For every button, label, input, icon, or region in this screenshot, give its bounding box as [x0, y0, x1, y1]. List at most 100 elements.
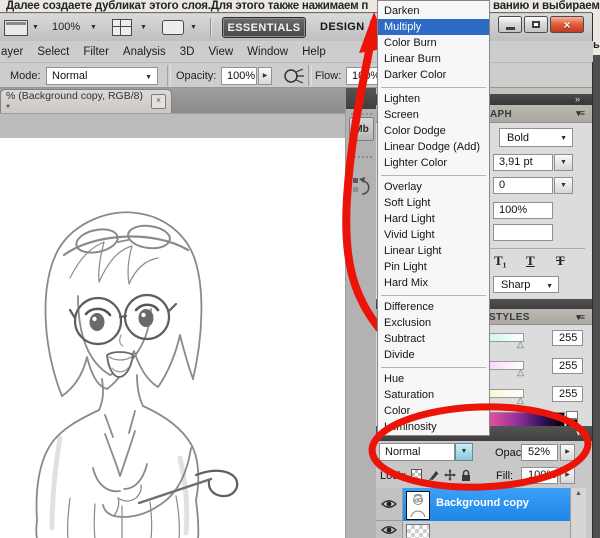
zoom-level[interactable]: 100%: [52, 21, 80, 33]
panel-menu-icon[interactable]: ▾≡: [576, 312, 584, 323]
mini-bridge-button[interactable]: Mb: [349, 117, 374, 141]
lock-transparency-icon[interactable]: [411, 469, 422, 480]
arrange-documents-icon[interactable]: [4, 20, 28, 36]
panel-menu-icon[interactable]: ▾≡: [576, 428, 584, 439]
lock-all-icon[interactable]: [460, 469, 472, 482]
minimize-button[interactable]: [498, 16, 522, 33]
blend-mode-option[interactable]: Subtract: [378, 331, 489, 347]
canvas[interactable]: [0, 138, 345, 538]
blend-mode-option[interactable]: Divide: [378, 347, 489, 363]
airbrush-icon[interactable]: [283, 66, 305, 86]
color-value-field[interactable]: 255: [552, 358, 583, 374]
blend-mode-option[interactable]: Luminosity: [378, 419, 489, 435]
font-size-dropdown-button[interactable]: ▼: [554, 154, 573, 171]
blend-mode-option[interactable]: [378, 363, 489, 371]
layer-row[interactable]: [403, 521, 570, 538]
menu-bar-item[interactable]: Select: [37, 46, 69, 58]
menu-bar-item[interactable]: ayer: [1, 46, 23, 58]
brush-mode-dropdown[interactable]: Normal ▼: [46, 67, 158, 85]
blend-mode-option[interactable]: Vivid Light: [378, 227, 489, 243]
menu-bar-item[interactable]: Help: [302, 46, 326, 58]
opacity-slider-button[interactable]: ▶: [258, 67, 272, 85]
layers-scrollbar[interactable]: ▲: [570, 488, 586, 538]
blend-mode-option[interactable]: Saturation: [378, 387, 489, 403]
lock-position-icon[interactable]: [444, 469, 456, 481]
layer-row-selected[interactable]: Background copy: [403, 488, 570, 521]
kerning-field[interactable]: 0: [493, 177, 553, 194]
font-size-field[interactable]: 3,91 pt: [493, 154, 553, 171]
superscript-button[interactable]: T₁: [494, 253, 507, 269]
chevron-down-icon[interactable]: ▼: [90, 24, 97, 31]
close-button[interactable]: ×: [550, 16, 584, 33]
chevron-down-icon[interactable]: ▼: [140, 24, 147, 31]
blend-mode-option[interactable]: Darker Color: [378, 67, 489, 83]
scroll-up-icon[interactable]: ▲: [575, 490, 582, 497]
menu-bar-item[interactable]: 3D: [180, 46, 195, 58]
tab-paragraph[interactable]: APH: [490, 109, 512, 120]
opacity-slider-button[interactable]: ▶: [560, 444, 575, 461]
workspace-essentials-button[interactable]: ESSENTIALS: [222, 17, 306, 38]
blend-mode-option[interactable]: Linear Dodge (Add): [378, 139, 489, 155]
blend-mode-arrow-button[interactable]: ▼: [455, 443, 473, 461]
blend-mode-option[interactable]: [378, 171, 489, 179]
blend-mode-option[interactable]: [378, 83, 489, 91]
blend-mode-option[interactable]: [378, 291, 489, 299]
blend-mode-option[interactable]: Screen: [378, 107, 489, 123]
fill-slider-button[interactable]: ▶: [560, 467, 575, 484]
layer-thumbnail-transparent[interactable]: [406, 524, 430, 538]
restore-button[interactable]: [524, 16, 548, 33]
antialias-dropdown[interactable]: Sharp ▼: [493, 276, 559, 293]
blend-mode-option[interactable]: Color: [378, 403, 489, 419]
color-value-field[interactable]: 255: [552, 330, 583, 346]
tab-styles[interactable]: STYLES: [489, 312, 530, 323]
blend-mode-option[interactable]: Multiply: [378, 19, 489, 35]
blend-mode-option[interactable]: Pin Light: [378, 259, 489, 275]
layer-opacity-field[interactable]: 52%: [521, 444, 558, 461]
blend-mode-option[interactable]: Color Burn: [378, 35, 489, 51]
blend-mode-option[interactable]: Lighter Color: [378, 155, 489, 171]
menu-bar-item[interactable]: View: [208, 46, 233, 58]
view-layout-icon[interactable]: [112, 19, 132, 36]
blend-mode-option[interactable]: Hard Mix: [378, 275, 489, 291]
visibility-cell[interactable]: [376, 521, 403, 538]
blend-mode-option[interactable]: Hue: [378, 371, 489, 387]
slider-handle-icon[interactable]: △: [517, 367, 524, 378]
workspace-design-button[interactable]: DESIGN: [320, 21, 365, 33]
brush-opacity-field[interactable]: 100%: [221, 67, 257, 85]
expand-panels-icon[interactable]: »: [575, 94, 580, 105]
blend-mode-option[interactable]: Overlay: [378, 179, 489, 195]
panel-menu-icon[interactable]: ▾≡: [576, 108, 584, 119]
slider-handle-icon[interactable]: △: [517, 339, 524, 350]
close-icon[interactable]: ×: [151, 94, 166, 109]
history-panel-icon[interactable]: [349, 174, 374, 200]
text-color-swatch[interactable]: [493, 224, 553, 241]
lock-pixels-icon[interactable]: [428, 469, 440, 481]
underline-button[interactable]: T: [526, 253, 535, 269]
blend-mode-option[interactable]: Linear Burn: [378, 51, 489, 67]
screen-mode-icon[interactable]: [162, 20, 184, 35]
slider-handle-icon[interactable]: △: [517, 395, 524, 406]
scale-field[interactable]: 100%: [493, 202, 553, 219]
blend-mode-option[interactable]: Darken: [378, 3, 489, 19]
blend-mode-option[interactable]: Difference: [378, 299, 489, 315]
font-style-dropdown[interactable]: Bold ▼: [499, 128, 573, 147]
visibility-cell[interactable]: [376, 488, 403, 521]
layer-fill-field[interactable]: 100%: [521, 467, 558, 484]
blend-mode-option[interactable]: Hard Light: [378, 211, 489, 227]
blend-mode-option[interactable]: Color Dodge: [378, 123, 489, 139]
chevron-down-icon[interactable]: ▼: [190, 24, 197, 31]
strikethrough-button[interactable]: T: [556, 253, 565, 269]
blend-mode-option[interactable]: Soft Light: [378, 195, 489, 211]
chevron-down-icon[interactable]: ▼: [32, 24, 39, 31]
layer-blend-mode-dropdown[interactable]: Normal: [379, 443, 455, 461]
color-value-field[interactable]: 255: [552, 386, 583, 402]
blend-mode-option[interactable]: Exclusion: [378, 315, 489, 331]
collapse-panels-icon[interactable]: «: [346, 88, 377, 109]
menu-bar-item[interactable]: Window: [247, 46, 288, 58]
menu-bar-item[interactable]: Filter: [83, 46, 109, 58]
menu-bar-item[interactable]: Analysis: [123, 46, 166, 58]
blend-mode-option[interactable]: Linear Light: [378, 243, 489, 259]
blend-mode-option[interactable]: Lighten: [378, 91, 489, 107]
layer-thumbnail[interactable]: [406, 491, 430, 520]
kerning-dropdown-button[interactable]: ▼: [554, 177, 573, 194]
